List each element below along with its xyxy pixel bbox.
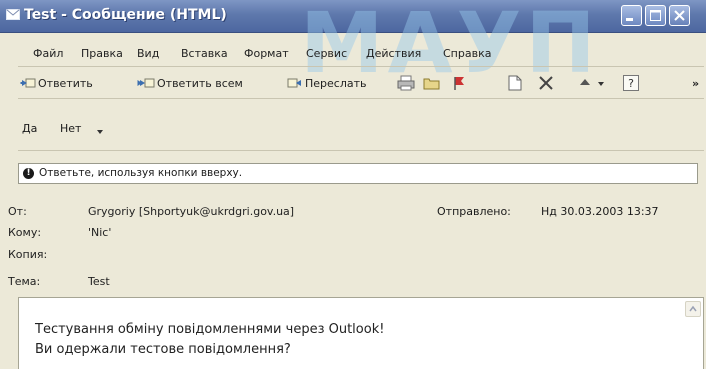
folder-icon [423,78,440,90]
info-icon: ! [23,168,34,179]
menu-bar: Файл Правка Вид Вставка Формат Сервис Де… [0,45,706,65]
print-button[interactable] [397,73,417,93]
close-button[interactable] [669,5,690,26]
envelope-icon [6,9,20,20]
next-item-dropdown[interactable] [596,73,608,93]
forward-icon [287,78,301,88]
arrow-up-icon [580,79,590,85]
subject-label: Тема: [8,275,41,288]
reply-all-icon [137,78,155,88]
menu-insert[interactable]: Вставка [181,47,228,60]
flag-icon [454,77,464,90]
separator [18,98,704,99]
body-line: Ви одержали тестове повідомлення? [35,342,291,357]
help-button[interactable]: ? [622,73,642,93]
subject-value[interactable]: Test [88,275,110,288]
forward-button[interactable]: Переслать [287,73,367,93]
close-icon [674,10,685,21]
flag-button[interactable] [452,73,468,93]
from-label: От: [8,205,27,218]
separator [18,150,704,151]
scrollbar-up-button[interactable] [685,301,701,317]
sent-label: Отправлено: [437,205,511,218]
info-text: Ответьте, используя кнопки вверху. [39,167,243,179]
scroll-up-icon [689,305,697,312]
vote-yes-button[interactable]: Да [22,122,37,135]
window-title: Test - Сообщение (HTML) [24,7,227,23]
printer-icon [397,75,415,91]
vote-no-button[interactable]: Нет [60,122,81,135]
delete-button[interactable] [538,73,556,93]
toolbar: Ответить Ответить всем Переслать ? » [0,70,706,96]
reply-icon [20,78,36,88]
separator [18,66,704,67]
delete-icon [539,76,553,90]
menu-file[interactable]: Файл [33,47,63,60]
menu-help[interactable]: Справка [443,47,491,60]
maximize-icon [650,10,661,21]
menu-tools[interactable]: Сервис [306,47,347,60]
menu-view[interactable]: Вид [137,47,159,60]
reply-button[interactable]: Ответить [20,73,93,93]
to-value[interactable]: 'Nic' [88,226,111,239]
menu-edit[interactable]: Правка [81,47,123,60]
chevron-down-icon[interactable] [96,126,104,136]
reply-all-label: Ответить всем [157,76,243,90]
cc-label: Копия: [8,248,48,261]
minimize-button[interactable] [621,5,642,26]
document-icon [508,75,522,91]
move-to-folder-button[interactable] [423,73,443,93]
minimize-icon [626,18,633,21]
help-icon: ? [623,75,639,91]
maximize-button[interactable] [645,5,666,26]
chevron-down-icon [598,82,604,86]
message-body[interactable]: Тестування обміну повідомленнями через O… [18,297,704,369]
more-toolbar-button[interactable]: » [692,73,699,93]
reply-label: Ответить [38,76,93,90]
menu-actions[interactable]: Действия [366,47,421,60]
sent-value: Нд 30.03.2003 13:37 [541,205,659,218]
from-value[interactable]: Grygoriy [Shportyuk@ukrdgri.gov.ua] [88,205,294,218]
info-bar[interactable]: ! Ответьте, используя кнопки вверху. [18,163,698,184]
svg-text:?: ? [628,77,634,90]
voting-bar: Да Нет [0,120,706,140]
body-line: Тестування обміну повідомленнями через O… [35,322,385,337]
to-label: Кому: [8,226,42,239]
forward-label: Переслать [305,76,367,90]
reply-all-button[interactable]: Ответить всем [137,73,243,93]
previous-item-button[interactable] [578,73,594,93]
menu-format[interactable]: Формат [244,47,289,60]
view-button[interactable] [506,73,526,93]
